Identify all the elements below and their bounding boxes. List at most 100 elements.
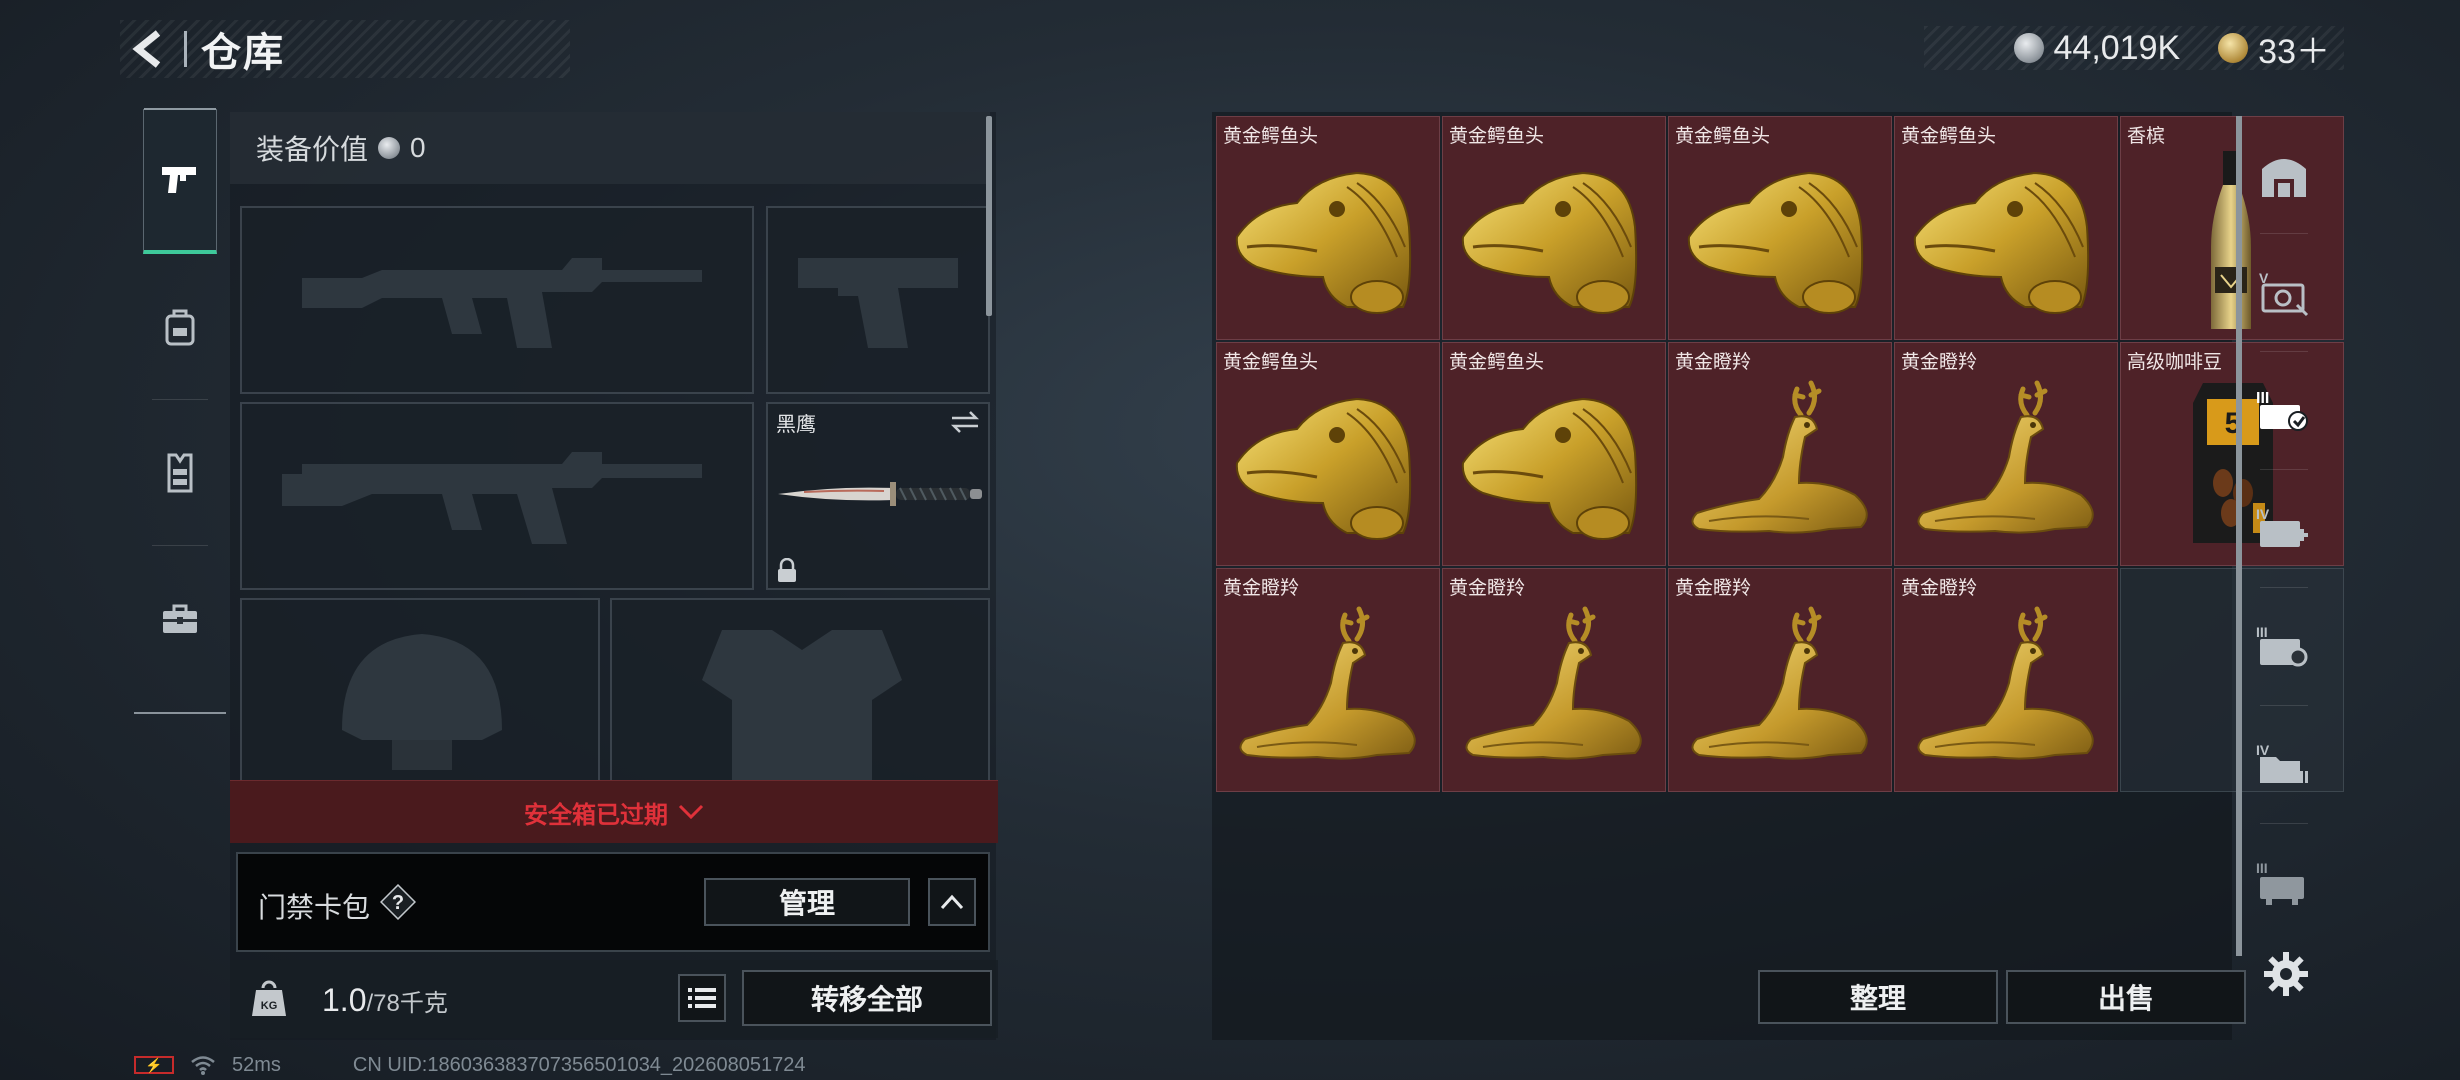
storage-panel: 黄金鳄鱼头 黄金鳄鱼头 黄金鳄鱼头 黄金鳄鱼头 香槟 黄金鳄鱼头 黄金鳄鱼头 黄金瞪羚 黄金瞪羚…: [1212, 112, 2344, 1040]
golden-crocodile-head-icon: [1235, 397, 1412, 540]
svg-text:KG: KG: [261, 1000, 278, 1012]
storage-item-golden-crocodile-head[interactable]: 黄金鳄鱼头: [1442, 116, 1666, 340]
helmet-slot[interactable]: [240, 598, 600, 788]
rail-tab-all[interactable]: [2248, 116, 2320, 234]
sort-button[interactable]: 整理: [1758, 970, 1998, 1024]
storage-tab-rail: V III IV III IV III: [2248, 116, 2320, 956]
pistol-icon: [162, 166, 196, 193]
transfer-all-button[interactable]: 转移全部: [742, 970, 992, 1026]
item-label: 黄金瞪羚: [1675, 352, 1752, 373]
iv-folder-icon: IV: [2256, 742, 2308, 783]
helmet-silhouette-icon: [342, 634, 502, 770]
storage-item-golden-crocodile-head[interactable]: 黄金鳄鱼头: [1442, 342, 1666, 566]
svg-text:III: III: [2256, 390, 2269, 407]
golden-gazelle-icon: [1691, 380, 1868, 534]
status-bar: ⚡ 52ms CN UID:18603638370735650103​4_202…: [134, 1050, 806, 1080]
warehouse-icon: [2262, 159, 2306, 197]
rifle-silhouette-icon: [302, 258, 702, 348]
nav-item-backpack[interactable]: [134, 254, 226, 400]
golden-gazelle-icon: [1917, 380, 2094, 534]
storage-item-golden-crocodile-head[interactable]: 黄金鳄鱼头: [1216, 116, 1440, 340]
ping-readout: 52ms: [232, 1053, 281, 1076]
storage-item-golden-gazelle[interactable]: 黄金瞪羚: [1668, 342, 1892, 566]
settings-gear-icon[interactable]: [2262, 950, 2310, 998]
iii-shelf-icon: III: [2256, 860, 2304, 905]
item-label: 高级咖啡豆: [2127, 352, 2223, 373]
sell-button[interactable]: 出售: [2006, 970, 2246, 1024]
storage-grid: 黄金鳄鱼头 黄金鳄鱼头 黄金鳄鱼头 黄金鳄鱼头 香槟 黄金鳄鱼头 黄金鳄鱼头 黄金瞪羚 黄金瞪羚…: [1216, 116, 2344, 796]
storage-item-golden-crocodile-head[interactable]: 黄金鳄鱼头: [1216, 342, 1440, 566]
item-label: 黄金鳄鱼头: [1675, 126, 1771, 147]
silver-coin-icon: [378, 137, 401, 159]
weight-icon: KG: [252, 980, 286, 1016]
primary-weapon-slot[interactable]: [240, 206, 754, 394]
weight-bar: KG 1.0/78千克 转移全部: [230, 960, 998, 1038]
loadout-scrollbar[interactable]: [986, 116, 992, 316]
storage-item-golden-crocodile-head[interactable]: 黄金鳄鱼头: [1668, 116, 1892, 340]
item-label: 黄金瞪羚: [1901, 352, 1978, 373]
item-label: 黄金瞪羚: [1675, 578, 1752, 599]
rail-tab-iii-shelf[interactable]: III: [2248, 824, 2320, 942]
item-label: 黄金瞪羚: [1223, 578, 1300, 599]
case-icon: [163, 604, 197, 633]
body-armor-slot[interactable]: [610, 598, 990, 788]
vest-icon: [167, 453, 193, 493]
v-safe-icon: V: [2259, 270, 2309, 317]
storage-item-golden-crocodile-head[interactable]: 黄金鳄鱼头: [1894, 116, 2118, 340]
collapse-button[interactable]: [928, 878, 976, 926]
rail-tab-iii-tool[interactable]: III: [2248, 588, 2320, 706]
safe-box-expired-banner[interactable]: 安全箱已过期: [230, 780, 998, 843]
keycard-pack-row: 门禁卡包 ? 管理: [236, 852, 990, 952]
storage-item-golden-gazelle[interactable]: 黄金瞪羚: [1442, 568, 1666, 792]
wifi-icon: [191, 1056, 215, 1075]
title-divider: [184, 31, 187, 67]
backpack-icon: [165, 309, 195, 346]
nav-item-weapons[interactable]: [134, 108, 226, 254]
back-arrow-icon[interactable]: [120, 20, 180, 78]
silver-amount: 44,019K: [2053, 28, 2181, 67]
rail-tab-v[interactable]: V: [2248, 234, 2320, 352]
golden-gazelle-icon: [1691, 606, 1868, 760]
melee-slot-label: 黑鹰: [776, 414, 816, 436]
rail-tab-iv-folder[interactable]: IV: [2248, 706, 2320, 824]
silver-coin-icon: [2013, 33, 2044, 63]
item-label: 香槟: [2127, 126, 2166, 147]
list-icon: [688, 988, 716, 1008]
manage-button[interactable]: 管理: [704, 878, 910, 926]
currency-bar: 44,019K 33＋: [1923, 24, 2344, 73]
rail-tab-iv-medical[interactable]: IV: [2248, 470, 2320, 588]
golden-crocodile-head-icon: [1687, 171, 1864, 314]
battery-icon: ⚡: [134, 1056, 174, 1074]
gold-amount[interactable]: 33＋: [2258, 24, 2330, 73]
chevron-down-icon: [678, 804, 704, 820]
rail-tab-iii-active[interactable]: III: [2248, 352, 2320, 470]
list-view-button[interactable]: [678, 974, 726, 1022]
pistol-silhouette-icon: [798, 258, 958, 348]
golden-gazelle-icon: [1465, 606, 1642, 760]
storage-item-golden-gazelle[interactable]: 黄金瞪羚: [1668, 568, 1892, 792]
item-label: 黄金鳄鱼头: [1223, 126, 1319, 147]
golden-crocodile-head-icon: [1235, 171, 1412, 314]
swap-icon[interactable]: [950, 410, 980, 434]
golden-gazelle-icon: [1917, 606, 2094, 760]
storage-item-golden-gazelle[interactable]: 黄金瞪羚: [1216, 568, 1440, 792]
current-weight: 1.0: [322, 982, 367, 1018]
equipment-value-label: 装备价值: [256, 134, 369, 165]
uid-readout: CN UID:18603638370735650103​4_2026080517…: [352, 1053, 806, 1076]
golden-crocodile-head-icon: [1461, 171, 1638, 314]
secondary-weapon-slot[interactable]: [240, 402, 754, 590]
melee-slot[interactable]: 黑鹰: [766, 402, 990, 590]
svg-text:?: ?: [392, 892, 404, 914]
storage-item-golden-gazelle[interactable]: 黄金瞪羚: [1894, 342, 2118, 566]
keycard-pack-label: 门禁卡包: [258, 892, 371, 923]
nav-item-vest[interactable]: [134, 400, 226, 546]
svg-text:III: III: [2256, 860, 2268, 876]
help-icon[interactable]: ?: [380, 884, 416, 920]
storage-item-golden-gazelle[interactable]: 黄金瞪羚: [1894, 568, 2118, 792]
nav-item-case[interactable]: [134, 546, 226, 692]
weight-capacity: /78千克: [366, 990, 448, 1017]
sidearm-slot[interactable]: [766, 206, 990, 394]
gold-coin-icon: [2218, 33, 2249, 63]
storage-scrollbar[interactable]: [2236, 116, 2242, 956]
item-label: 黄金鳄鱼头: [1449, 126, 1545, 147]
